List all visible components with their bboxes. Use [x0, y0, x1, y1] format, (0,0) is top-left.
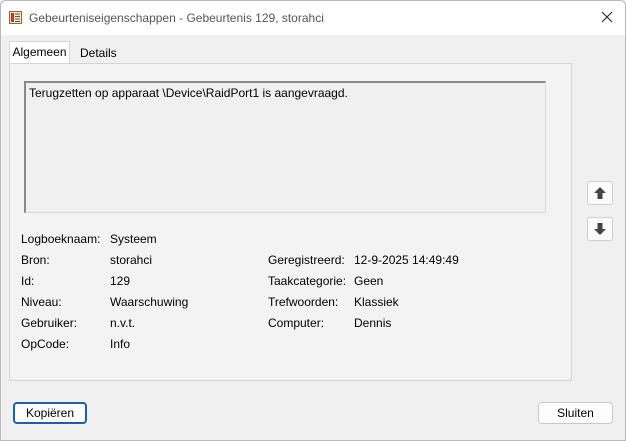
computer-label: Computer:	[268, 316, 325, 330]
niveau-label: Niveau:	[21, 295, 62, 309]
tab-details[interactable]: Details	[75, 43, 122, 64]
niveau-value[interactable]: Waarschuwing	[110, 295, 188, 309]
gebruiker-value[interactable]: n.v.t.	[110, 316, 135, 330]
taakcategorie-value[interactable]: Geen	[354, 274, 383, 288]
general-tab-panel: Terugzetten op apparaat \Device\RaidPort…	[9, 63, 572, 381]
id-label: Id:	[21, 274, 35, 288]
trefwoorden-label: Trefwoorden:	[268, 295, 339, 309]
bron-value[interactable]: storahci	[110, 253, 152, 267]
logboeknaam-label: Logboeknaam:	[21, 232, 101, 246]
previous-event-button[interactable]	[587, 181, 613, 205]
geregistreerd-label: Geregistreerd:	[268, 253, 345, 267]
close-icon[interactable]	[599, 9, 615, 25]
geregistreerd-value[interactable]: 12-9-2025 14:49:49	[354, 253, 459, 267]
arrow-down-icon	[594, 223, 606, 235]
gebruiker-label: Gebruiker:	[21, 316, 78, 330]
trefwoorden-value[interactable]: Klassiek	[354, 295, 399, 309]
computer-value[interactable]: Dennis	[354, 316, 391, 330]
opcode-value[interactable]: Info	[110, 337, 130, 351]
logboeknaam-value[interactable]: Systeem	[110, 232, 157, 246]
window-title: Gebeurteniseigenschappen - Gebeurtenis 1…	[29, 11, 324, 25]
opcode-label: OpCode:	[21, 337, 70, 351]
tab-algemeen[interactable]: Algemeen	[9, 41, 70, 65]
id-value[interactable]: 129	[110, 274, 130, 288]
taakcategorie-label: Taakcategorie:	[268, 274, 347, 288]
close-button[interactable]: Sluiten	[538, 402, 613, 424]
arrow-up-icon	[594, 187, 606, 199]
event-properties-window: Gebeurteniseigenschappen - Gebeurtenis 1…	[0, 0, 626, 441]
title-bar: Gebeurteniseigenschappen - Gebeurtenis 1…	[1, 1, 625, 35]
event-description[interactable]: Terugzetten op apparaat \Device\RaidPort…	[24, 81, 546, 213]
copy-button[interactable]: Kopiëren	[13, 402, 87, 424]
event-properties-icon	[9, 11, 22, 24]
next-event-button[interactable]	[587, 217, 613, 241]
bron-label: Bron:	[21, 253, 50, 267]
